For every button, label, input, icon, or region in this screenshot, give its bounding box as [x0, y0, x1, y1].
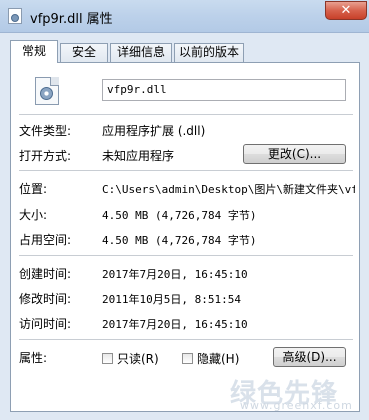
modified-value: 2011年10月5日, 8:51:54: [102, 293, 241, 306]
accessed-label: 访问时间:: [19, 317, 72, 331]
advanced-button[interactable]: 高级(D)...: [273, 347, 346, 367]
general-panel: vfp9r.dll 文件类型: 应用程序扩展 (.dll) 打开方式: 未知应用…: [10, 62, 360, 412]
tab-general[interactable]: 常规: [10, 40, 58, 63]
modified-label: 修改时间:: [19, 292, 72, 306]
tab-security[interactable]: 安全: [60, 43, 108, 62]
created-label: 创建时间:: [19, 267, 72, 281]
watermark-url: www.greenxf.com: [240, 399, 353, 412]
attributes-label: 属性:: [19, 351, 48, 365]
file-type-label: 文件类型:: [19, 124, 72, 138]
readonly-checkbox[interactable]: [102, 353, 113, 364]
dll-file-icon: [35, 77, 59, 105]
tab-details[interactable]: 详细信息: [110, 43, 172, 62]
readonly-label[interactable]: 只读(R): [117, 350, 159, 367]
title-bar: vfp9r.dll 属性 ✕: [0, 0, 369, 33]
opens-with-label: 打开方式:: [19, 149, 72, 163]
change-button[interactable]: 更改(C)...: [243, 144, 346, 164]
size-on-disk-value: 4.50 MB (4,726,784 字节): [102, 234, 257, 247]
hidden-label[interactable]: 隐藏(H): [197, 350, 239, 367]
file-type-value: 应用程序扩展 (.dll): [102, 124, 206, 138]
window-title: vfp9r.dll 属性: [30, 12, 113, 27]
divider: [19, 170, 353, 171]
tab-previous-versions[interactable]: 以前的版本: [174, 43, 244, 62]
filename-input[interactable]: vfp9r.dll: [102, 79, 346, 101]
hidden-checkbox[interactable]: [182, 353, 193, 364]
created-value: 2017年7月20日, 16:45:10: [102, 268, 248, 281]
size-on-disk-label: 占用空间:: [19, 233, 72, 247]
location-value: C:\Users\admin\Desktop\图片\新建文件夹\vf: [102, 183, 355, 196]
opens-with-value: 未知应用程序: [102, 149, 175, 163]
divider: [19, 339, 353, 340]
close-button[interactable]: ✕: [325, 1, 367, 20]
size-value: 4.50 MB (4,726,784 字节): [102, 209, 257, 222]
size-label: 大小:: [19, 208, 48, 222]
divider: [19, 114, 353, 115]
dll-file-icon: [8, 8, 22, 24]
accessed-value: 2017年7月20日, 16:45:10: [102, 318, 248, 331]
location-label: 位置:: [19, 182, 48, 196]
divider: [19, 255, 353, 256]
